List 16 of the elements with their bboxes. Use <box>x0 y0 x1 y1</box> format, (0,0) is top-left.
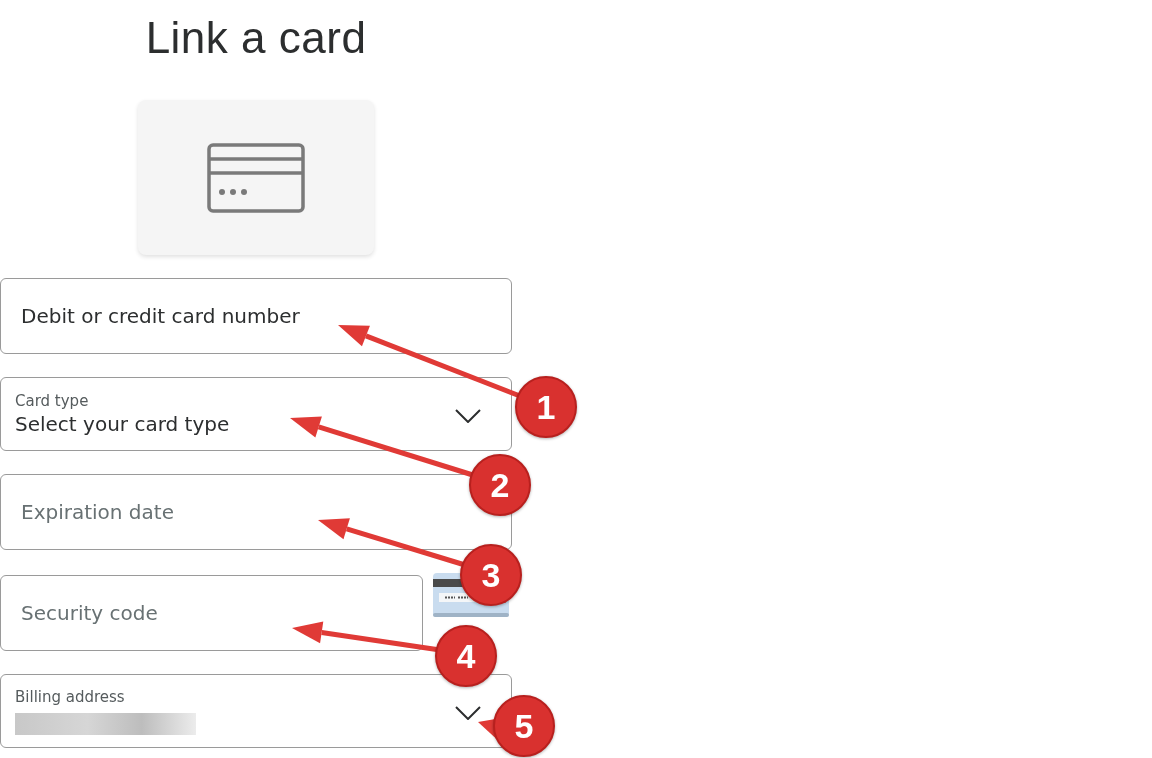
dropdown-field[interactable]: Card type Select your card type <box>0 377 512 451</box>
page-title: Link a card <box>145 12 367 64</box>
dropdown-field[interactable]: Billing address <box>0 674 512 748</box>
number-badge: 2 <box>469 454 531 516</box>
chevron-down-icon <box>455 409 481 423</box>
field-label: Card type <box>15 391 89 411</box>
input-field[interactable]: Security code <box>0 575 423 651</box>
input-field[interactable]: Debit or credit card number <box>0 278 512 354</box>
field-label: Billing address <box>15 687 125 707</box>
number-badge: 1 <box>515 376 577 438</box>
credit-card-icon <box>207 142 305 213</box>
chevron-down-icon <box>455 706 481 720</box>
field-value: Select your card type <box>15 411 230 437</box>
number-badge: 5 <box>493 695 555 757</box>
number-badge: 3 <box>460 544 522 606</box>
number-badge: 4 <box>435 625 497 687</box>
